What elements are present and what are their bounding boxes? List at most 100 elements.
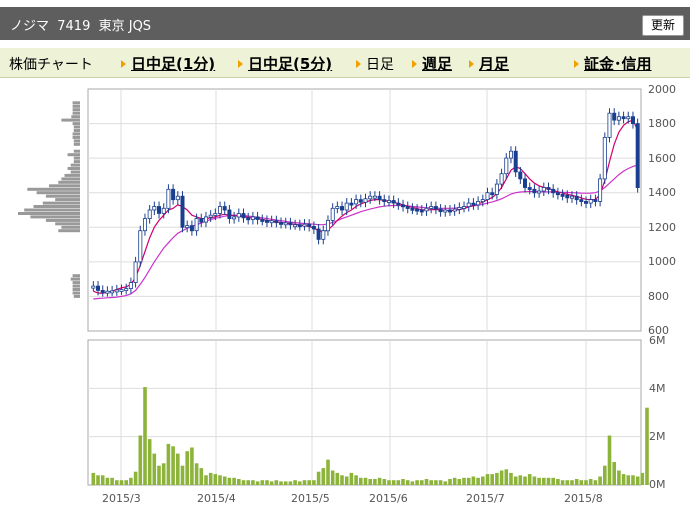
volume-bar: [410, 481, 415, 485]
volume-profile-bar: [67, 167, 80, 170]
volume-bar: [551, 477, 555, 486]
candle-body: [100, 289, 105, 293]
candle-body: [546, 187, 551, 190]
candle-body: [213, 213, 218, 216]
volume-bar: [518, 475, 523, 485]
volume-bar: [110, 477, 114, 486]
volume-profile-bar: [72, 281, 80, 285]
volume-bar: [96, 475, 100, 485]
date-tick-label: 2015/6: [369, 492, 408, 505]
volume-bar: [222, 476, 227, 485]
volume-bar: [213, 474, 218, 485]
volume-bar: [241, 480, 246, 485]
candle-body: [339, 206, 344, 211]
volume-bar: [218, 475, 222, 485]
volume-profile-bar: [18, 212, 80, 215]
candle-body: [471, 202, 476, 206]
candle-body: [537, 190, 542, 194]
candle-body: [551, 188, 556, 194]
candle-body: [391, 200, 396, 204]
volume-bar: [579, 480, 584, 485]
candle-body: [452, 208, 457, 212]
volume-bar: [330, 470, 335, 485]
candle-body: [166, 188, 171, 209]
candle-body: [293, 224, 298, 228]
volume-plot-area: [87, 339, 642, 486]
volume-tick-label: 0M: [649, 478, 666, 491]
volume-panel: 6M 4M 2M 0M: [87, 334, 666, 491]
date-axis: 2015/3 2015/4 2015/5 2015/6 2015/7 2015/…: [102, 492, 603, 505]
volume-bar: [307, 480, 311, 485]
volume-profile-bar: [72, 288, 80, 291]
volume-bar: [391, 480, 396, 485]
candle-body: [410, 207, 415, 211]
volume-bar: [251, 480, 255, 485]
candle-body: [96, 285, 101, 291]
candle-body: [232, 216, 237, 220]
volume-profile-bar: [61, 118, 80, 122]
volume-profile-bar: [58, 229, 80, 233]
candle-body: [541, 187, 546, 192]
volume-bar: [373, 479, 377, 485]
candle-body: [260, 219, 265, 222]
candle-body: [246, 217, 251, 221]
volume-profile-bar: [42, 201, 80, 205]
date-tick-label: 2015/4: [197, 492, 236, 505]
volume-profile-bar: [73, 149, 80, 153]
volume-tick-label: 6M: [649, 334, 666, 347]
volume-bar: [204, 475, 208, 485]
volume-bar: [537, 477, 541, 486]
candle-body: [616, 116, 621, 121]
volume-bar: [335, 472, 340, 485]
candle-body: [185, 225, 190, 229]
candle-body: [504, 157, 509, 175]
price-y-axis: 2000 1800 1600 1400 1200 1000 800 600: [648, 83, 676, 337]
volume-bar: [640, 472, 645, 485]
volume-profile-bar: [36, 191, 80, 195]
candle-body: [584, 200, 589, 204]
volume-bar: [584, 480, 588, 485]
volume-profile-bar: [70, 170, 80, 174]
candle-body: [612, 112, 617, 121]
candle-body: [494, 183, 499, 195]
volume-bar: [147, 439, 152, 485]
volume-bar: [532, 476, 537, 485]
volume-bar: [513, 476, 518, 485]
candle-body: [560, 193, 565, 197]
candle-body: [208, 214, 213, 218]
candle-body: [269, 220, 274, 224]
candle-body: [250, 216, 255, 220]
volume-bar: [631, 475, 635, 485]
volume-bar: [377, 477, 382, 486]
candle-body: [532, 188, 537, 194]
candle-body: [278, 221, 283, 225]
volume-profile-bar: [73, 125, 80, 129]
volume-bar: [176, 453, 180, 485]
volume-bar: [302, 480, 307, 485]
volume-bar: [161, 463, 166, 486]
candle-body: [110, 290, 115, 294]
volume-bar: [354, 475, 358, 485]
candle-body: [368, 195, 373, 200]
candle-body: [354, 199, 359, 205]
volume-bar: [481, 476, 485, 485]
candle-body: [133, 261, 138, 283]
volume-bar: [382, 479, 387, 485]
volume-profile-bar: [30, 215, 80, 219]
volume-bar: [527, 474, 532, 485]
candle-body: [565, 194, 570, 199]
volume-profile-bar: [33, 205, 80, 208]
volume-profile-bar: [72, 284, 80, 288]
candle-body: [424, 207, 429, 212]
candle-body: [400, 204, 405, 208]
candle-body: [466, 202, 471, 208]
volume-profile-bar: [55, 198, 80, 202]
volume-bar: [288, 481, 293, 485]
candle-body: [128, 282, 133, 290]
candle-body: [222, 206, 227, 211]
candle-body: [311, 225, 316, 230]
volume-profile-bar: [61, 225, 80, 229]
candle-body: [194, 218, 199, 232]
candle-body: [241, 213, 246, 219]
volume-bar: [185, 451, 189, 485]
